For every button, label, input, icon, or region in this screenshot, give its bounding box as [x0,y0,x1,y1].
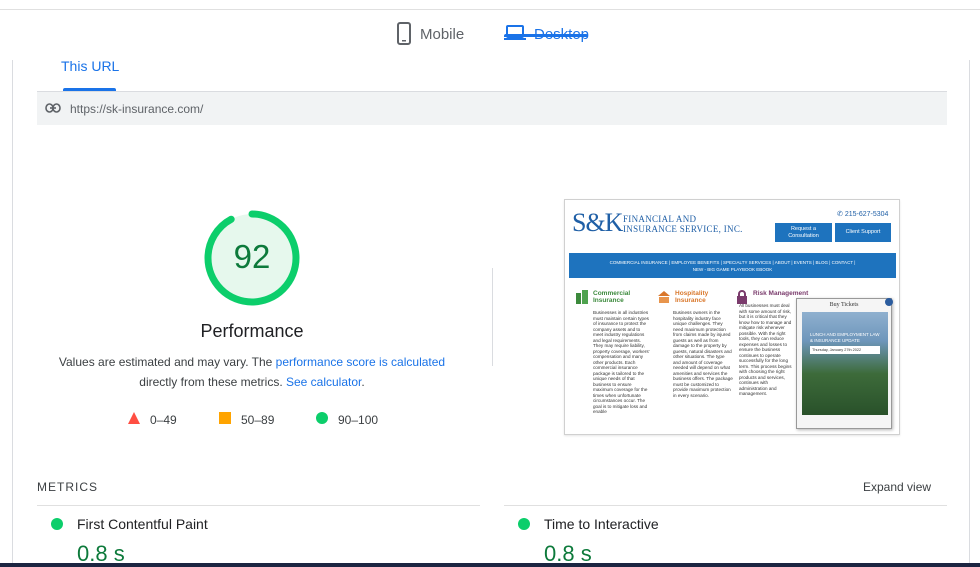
site-logo-name: Financial and Insurance Service, Inc. [623,214,743,234]
site-col-commercial: Commercial Insurance Businesses in all i… [575,290,650,415]
site-popup-image: LUNCH AND EMPLOYMENT LAW & INSURANCE UPD… [802,312,888,415]
active-tab-indicator [504,34,588,37]
bottom-bar [0,563,980,567]
expand-view-toggle[interactable]: Expand view [863,480,931,494]
site-popup-caption: LUNCH AND EMPLOYMENT LAW & INSURANCE UPD… [810,332,880,343]
site-col-risk-title: Risk Management [735,290,810,304]
site-col-hospitality-title: Hospitality Insurance [657,290,732,304]
site-popup-ad: Buy Tickets LUNCH AND EMPLOYMENT LAW & I… [796,298,893,429]
url-bar: https://sk-insurance.com/ [37,91,947,125]
site-logo-mark: S&K [572,208,623,237]
site-nav-line2: NEW - BIG GAME PLAYBOOK EBOOK [692,267,773,272]
tab-mobile-label: Mobile [420,26,465,43]
metric-fcp: First Contentful Paint [51,516,208,532]
site-popup-title: Buy Tickets [829,302,859,308]
square-icon [219,412,231,427]
site-logo-line2: Insurance Service, Inc. [623,224,743,234]
site-request-button: Request a Consultation [775,223,832,242]
metrics-divider-right [504,505,947,506]
legend-pass: 90–100 [316,412,378,427]
site-popup-date: Thursday, January 27th 2022 [810,346,880,354]
smartphone-icon [396,22,412,50]
building-icon [575,290,589,304]
site-col-hospitality: Hospitality Insurance Business owners in… [657,290,733,398]
see-calculator-link[interactable]: See calculator [286,375,361,389]
tab-desktop[interactable]: Desktop [504,22,589,59]
metric-tti-label: Time to Interactive [544,516,659,532]
performance-score: 92 [233,238,271,275]
site-col-commercial-title: Commercial Insurance [575,290,650,304]
circle-icon [316,412,328,427]
site-client-button: Client Support [835,223,891,242]
site-phone-number: 215-627-5304 [844,211,889,218]
tab-mobile[interactable]: Mobile [396,22,464,59]
site-phone: ✆ 215-627-5304 [837,210,888,218]
lock-icon [735,290,749,304]
legend-average-label: 50–89 [241,412,275,427]
tab-this-url-label: This URL [61,58,120,74]
pass-circle-icon [518,518,530,530]
performance-title: Performance [200,321,304,341]
close-icon [885,298,893,306]
url-text: https://sk-insurance.com/ [70,101,204,116]
desc-middle: directly from these metrics. [139,375,286,389]
legend-fail-label: 0–49 [150,412,177,427]
device-tabs: Mobile Desktop [0,22,980,62]
metrics-divider-left [37,505,480,506]
site-logo-line1: Financial and [623,214,697,224]
triangle-icon [128,412,140,427]
metric-fcp-label: First Contentful Paint [77,516,208,532]
pass-circle-icon [51,518,63,530]
tab-this-url[interactable]: This URL [49,58,119,74]
desc-prefix: Values are estimated and may vary. The [58,355,276,369]
metric-tti: Time to Interactive [518,516,659,532]
site-nav: COMMERCIAL INSURANCE | EMPLOYEE BENEFITS… [569,253,896,278]
hotel-icon [657,290,671,304]
site-nav-line1: COMMERCIAL INSURANCE | EMPLOYEE BENEFITS… [609,260,856,265]
phone-icon: ✆ [837,211,843,218]
legend-fail: 0–49 [128,412,177,427]
site-col-risk-text: All businesses must deal with some amoun… [739,303,792,396]
site-col-commercial-title-text: Commercial Insurance [593,290,631,304]
performance-description: Values are estimated and may vary. The p… [42,352,462,392]
site-col-risk-title-text: Risk Management [753,290,809,297]
performance-score-link[interactable]: performance score is calculated [276,355,445,369]
site-col-hospitality-text: Business owners in the hospitality indus… [673,310,733,398]
site-col-commercial-text: Businesses in all industries must mainta… [593,310,650,414]
vertical-divider [492,268,493,366]
site-col-hospitality-title-text: Hospitality Insurance [675,290,709,304]
desc-suffix: . [361,375,365,389]
link-icon [45,102,61,116]
top-divider [0,9,980,10]
page-screenshot: S&K Financial and Insurance Service, Inc… [564,199,900,435]
legend-average: 50–89 [219,412,274,427]
metrics-heading: METRICS [37,480,98,494]
legend-pass-label: 90–100 [338,412,379,427]
